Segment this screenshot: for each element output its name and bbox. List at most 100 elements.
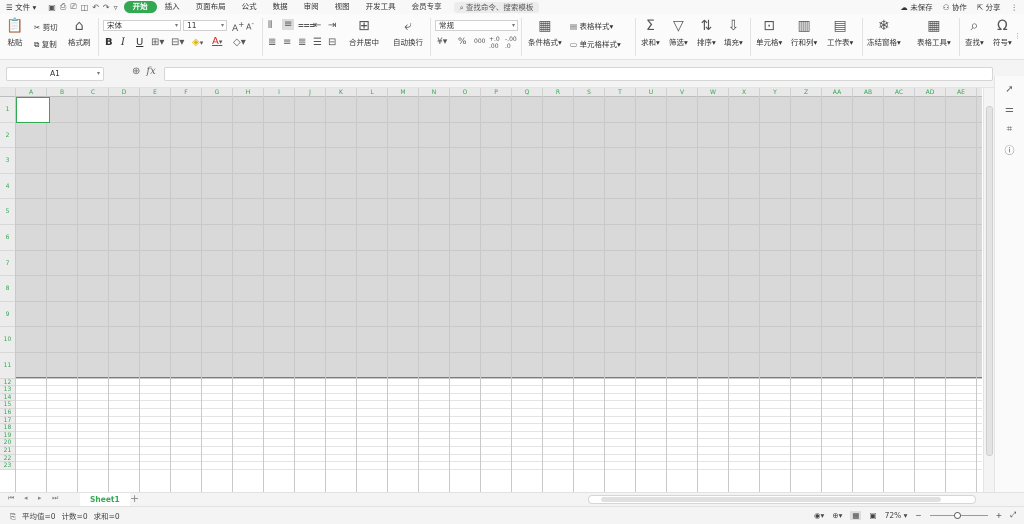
row-header[interactable]: 4 — [0, 173, 16, 200]
column-header[interactable]: N — [419, 88, 450, 97]
tab-member[interactable]: 会员专享 — [404, 1, 450, 13]
row-header[interactable]: 14 — [0, 393, 16, 402]
zoom-out-icon[interactable]: − — [915, 511, 921, 520]
row-header[interactable]: 12 — [0, 378, 16, 387]
scroll-thumb[interactable] — [601, 497, 941, 502]
scroll-thumb[interactable] — [986, 106, 993, 456]
eye-protect-icon[interactable]: ◉▾ — [814, 511, 824, 520]
cursor-icon[interactable]: ➚ — [995, 82, 1024, 96]
copy-button[interactable]: ⧉ 复制 — [34, 39, 57, 50]
settings-icon[interactable]: ⚌ — [995, 102, 1024, 116]
command-search[interactable]: ⌕ 查找命令、搜索模板 — [453, 1, 540, 13]
row-header[interactable]: 8 — [0, 276, 16, 302]
column-header[interactable]: AA — [822, 88, 853, 97]
tab-formulas[interactable]: 公式 — [234, 1, 265, 13]
column-header[interactable]: L — [357, 88, 388, 97]
column-header[interactable]: AB — [853, 88, 884, 97]
percent-button[interactable]: % — [458, 37, 467, 47]
export-pdf-icon[interactable]: ⎙ — [60, 2, 66, 12]
column-header[interactable]: G — [202, 88, 233, 97]
zoom-formula-icon[interactable]: ⊕ — [132, 66, 140, 77]
row-header[interactable]: 11 — [0, 353, 16, 379]
column-header[interactable]: D — [109, 88, 140, 97]
find-button[interactable]: ⌕ 查找▾ — [965, 18, 984, 48]
tab-developer[interactable]: 开发工具 — [358, 1, 404, 13]
justify-icon[interactable]: ☰ — [313, 37, 322, 48]
row-header[interactable]: 19 — [0, 431, 16, 440]
font-color-icon[interactable]: A▾ — [212, 36, 222, 47]
horizontal-scrollbar[interactable] — [588, 495, 976, 504]
paste-button[interactable]: 📋 粘贴 — [6, 18, 24, 48]
row-header[interactable]: 16 — [0, 409, 16, 417]
align-middle-icon[interactable]: ≡ — [282, 19, 295, 30]
more-icon[interactable]: ⋮ — [1011, 3, 1019, 12]
column-header[interactable]: P — [481, 88, 512, 97]
column-header[interactable]: Z — [791, 88, 822, 97]
filter-button[interactable]: ▽ 筛选▾ — [669, 18, 688, 48]
redo-icon[interactable]: ↷ — [103, 3, 110, 12]
save-icon[interactable]: ▣ — [48, 3, 56, 12]
print-preview-icon[interactable]: ◫ — [81, 3, 89, 12]
tab-insert[interactable]: 插入 — [157, 1, 188, 13]
name-box[interactable]: A1 ▾ — [6, 67, 104, 81]
font-size-select[interactable]: 11 ▾ — [183, 20, 227, 31]
column-header[interactable]: Q — [512, 88, 543, 97]
column-header[interactable]: Y — [760, 88, 791, 97]
undo-icon[interactable]: ↶ — [92, 3, 99, 12]
decrease-decimal-icon[interactable]: -.00.0 — [505, 36, 517, 50]
row-header[interactable]: 21 — [0, 447, 16, 455]
format-painter-button[interactable]: ⌂ 格式刷 — [68, 18, 91, 48]
column-header[interactable]: C — [78, 88, 109, 97]
distributed-icon[interactable]: ⊟ — [328, 37, 336, 48]
format-icon[interactable]: ⌗ — [995, 122, 1024, 136]
collab-button[interactable]: ⚇ 协作 — [943, 2, 967, 13]
column-header[interactable]: R — [543, 88, 574, 97]
zoom-slider[interactable] — [929, 511, 988, 519]
align-top-icon[interactable]: ⫴ — [268, 20, 272, 31]
sheet-grid[interactable]: 1 2 3 4 5 6 7 8 9 10 11 12 13 14 15 16 17 18 19 20 21 22 23 — [0, 97, 982, 492]
column-header[interactable]: F — [171, 88, 202, 97]
row-header[interactable]: 5 — [0, 199, 16, 225]
row-header[interactable]: 3 — [0, 148, 16, 174]
align-center-icon[interactable]: ≡ — [283, 37, 291, 48]
align-left-icon[interactable]: ≣ — [268, 37, 276, 48]
row-header[interactable]: 17 — [0, 416, 16, 425]
row-header[interactable]: 1 — [0, 97, 16, 123]
select-all-corner[interactable] — [0, 88, 16, 97]
row-header[interactable]: 9 — [0, 301, 16, 328]
row-header[interactable]: 10 — [0, 327, 16, 353]
add-sheet-button[interactable]: + — [130, 492, 139, 505]
row-header[interactable]: 2 — [0, 122, 16, 149]
column-header[interactable]: T — [605, 88, 636, 97]
column-header[interactable]: O — [450, 88, 481, 97]
table-style-button[interactable]: ▤ 表格样式▾ — [570, 21, 613, 32]
font-size-grow-icon[interactable]: A+ — [232, 20, 244, 34]
sheet-tab-sheet1[interactable]: Sheet1 — [80, 493, 130, 506]
more-icon[interactable]: ⋮ — [1014, 32, 1021, 40]
help-icon[interactable]: ⓘ — [995, 142, 1024, 157]
zoom-in-icon[interactable]: + — [996, 511, 1002, 520]
column-header[interactable]: K — [326, 88, 357, 97]
last-sheet-icon[interactable]: ⏭ — [52, 494, 58, 503]
table-tools-button[interactable]: ▦ 表格工具▾ — [917, 18, 951, 48]
row-header[interactable]: 15 — [0, 401, 16, 409]
cells-button[interactable]: ⊡ 单元格▾ — [756, 18, 782, 48]
column-header[interactable]: AE — [946, 88, 977, 97]
reading-mode-icon[interactable]: ⊕▾ — [832, 511, 842, 520]
align-right-icon[interactable]: ≣ — [298, 37, 306, 48]
column-header[interactable]: AC — [884, 88, 915, 97]
font-size-shrink-icon[interactable]: A- — [246, 20, 254, 32]
underline-button[interactable]: U — [136, 37, 143, 48]
cell-style-icon[interactable]: ⊟▾ — [171, 37, 184, 48]
prev-sheet-icon[interactable]: ◂ — [24, 494, 28, 502]
customize-icon[interactable]: ▿ — [114, 3, 118, 12]
file-menu[interactable]: ☰ 文件 ▾ — [0, 2, 42, 13]
first-sheet-icon[interactable]: ⏮ — [8, 494, 14, 503]
italic-button[interactable]: I — [121, 37, 125, 48]
tab-data[interactable]: 数据 — [265, 1, 296, 13]
tab-page-layout[interactable]: 页面布局 — [188, 1, 234, 13]
indent-decrease-icon[interactable]: ⇤ — [313, 20, 321, 31]
merge-center-button[interactable]: ⊞ 合并居中 — [349, 18, 379, 48]
active-cell[interactable] — [16, 97, 50, 123]
eraser-icon[interactable]: ◇▾ — [233, 37, 246, 48]
